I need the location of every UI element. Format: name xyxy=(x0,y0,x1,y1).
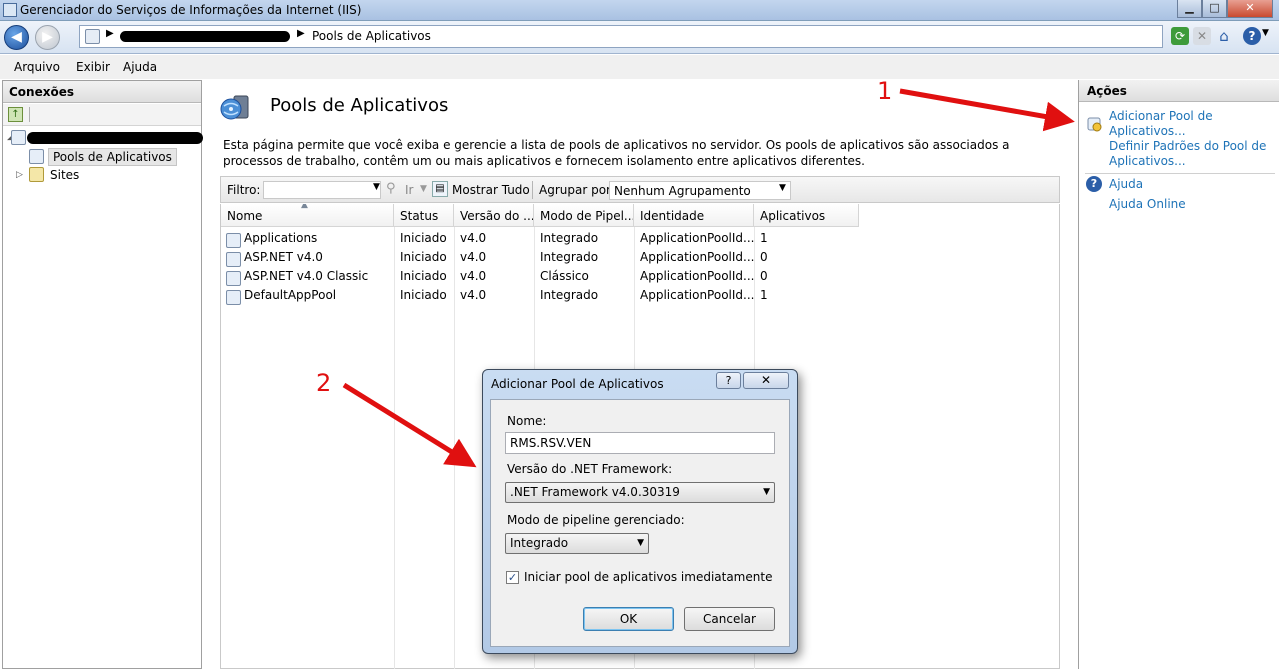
dialog-help-button[interactable]: ? xyxy=(716,372,741,389)
pipeline-label: Modo de pipeline gerenciado: xyxy=(507,513,685,527)
framework-label: Versão do .NET Framework: xyxy=(507,462,673,476)
add-pool-dialog: Adicionar Pool de Aplicativos ? ✕ Nome: … xyxy=(482,369,798,654)
annotation-number-2: 2 xyxy=(316,369,332,397)
ok-button[interactable]: OK xyxy=(583,607,674,631)
name-input[interactable]: RMS.RSV.VEN xyxy=(505,432,775,454)
dialog-body: Nome: RMS.RSV.VEN Versão do .NET Framewo… xyxy=(490,399,790,647)
annotation-number-1: 1 xyxy=(877,77,893,105)
framework-select-value: .NET Framework v4.0.30319 xyxy=(510,485,680,499)
chevron-down-icon: ▼ xyxy=(637,538,644,548)
pipeline-select-value: Integrado xyxy=(510,536,569,550)
framework-select[interactable]: .NET Framework v4.0.30319 ▼ xyxy=(505,482,775,503)
cancel-button[interactable]: Cancelar xyxy=(684,607,775,631)
pipeline-select[interactable]: Integrado ▼ xyxy=(505,533,649,554)
annotation-arrow-2 xyxy=(342,382,477,468)
annotation-arrow-1 xyxy=(899,88,1075,132)
start-immediately-checkbox[interactable]: ✓ xyxy=(506,571,519,584)
dialog-title: Adicionar Pool de Aplicativos xyxy=(491,377,664,391)
start-immediately-label: Iniciar pool de aplicativos imediatament… xyxy=(524,570,773,584)
name-label: Nome: xyxy=(507,414,547,428)
chevron-down-icon: ▼ xyxy=(763,487,770,497)
dialog-close-button[interactable]: ✕ xyxy=(743,372,789,389)
